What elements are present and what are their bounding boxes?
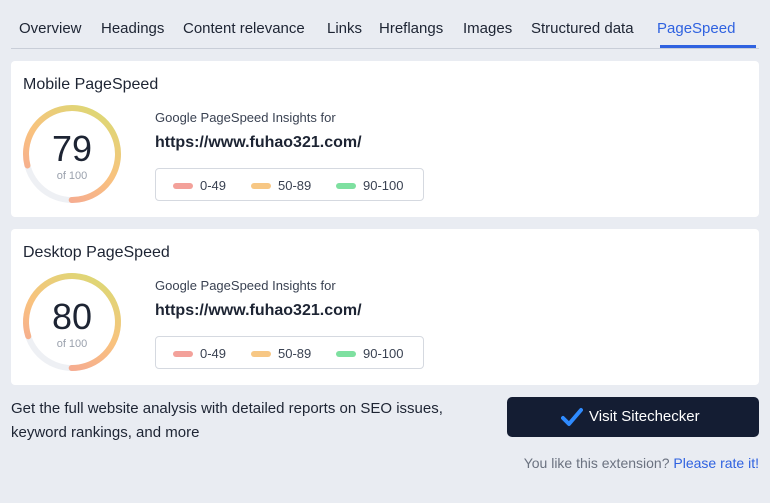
- analyzed-url: https://www.fuhao321.com/: [155, 302, 362, 319]
- legend-label: 90-100: [363, 346, 404, 361]
- score-value: 79: [51, 128, 93, 169]
- legend-swatch: [251, 351, 271, 357]
- score-value: 80: [51, 296, 93, 337]
- legend-label: 50-89: [278, 178, 312, 193]
- legend-swatch: [336, 351, 356, 357]
- score-max-label: of 100: [56, 170, 88, 182]
- insights-label: Google PageSpeed Insights for: [155, 110, 336, 125]
- legend-label: 0-49: [200, 346, 227, 361]
- insights-label: Google PageSpeed Insights for: [155, 278, 336, 293]
- score-legend: 0-49 50-89 90-100: [155, 168, 424, 201]
- tab-headings[interactable]: Headings: [101, 20, 164, 37]
- tab-images[interactable]: Images: [463, 20, 512, 37]
- score-gauge: 80 of 100: [21, 271, 123, 373]
- rate-prompt: You like this extension?: [523, 455, 670, 471]
- legend-swatch: [336, 183, 356, 189]
- tab-hreflangs[interactable]: Hreflangs: [379, 20, 443, 37]
- card-title: Mobile PageSpeed: [23, 76, 159, 93]
- legend-swatch: [251, 183, 271, 189]
- analyzed-url: https://www.fuhao321.com/: [155, 134, 362, 151]
- tab-content-relevance[interactable]: Content relevance: [183, 20, 305, 37]
- card-title: Desktop PageSpeed: [23, 244, 170, 261]
- legend-swatch: [173, 183, 193, 189]
- tab-bar: Overview Headings Content relevance Link…: [11, 0, 759, 49]
- rate-link[interactable]: Please rate it!: [673, 455, 759, 471]
- tab-pagespeed[interactable]: PageSpeed: [657, 20, 735, 37]
- promo-text: Get the full website analysis with detai…: [11, 400, 443, 441]
- tab-structured-data[interactable]: Structured data: [531, 20, 634, 37]
- check-icon: [561, 407, 583, 432]
- active-tab-indicator: [660, 45, 756, 48]
- rate-prompt-line: You like this extension? Please rate it!: [524, 455, 759, 471]
- mobile-pagespeed-card: Mobile PageSpeed 79 of 100 Google PageSp…: [11, 61, 759, 217]
- legend-label: 90-100: [363, 178, 404, 193]
- desktop-pagespeed-card: Desktop PageSpeed 80 of 100 Google PageS…: [11, 229, 759, 385]
- score-gauge: 79 of 100: [21, 103, 123, 205]
- button-label: Visit Sitechecker: [589, 408, 700, 425]
- legend-label: 50-89: [278, 346, 312, 361]
- legend-swatch: [173, 351, 193, 357]
- tab-overview[interactable]: Overview: [19, 20, 82, 37]
- legend-label: 0-49: [200, 178, 227, 193]
- tab-links[interactable]: Links: [327, 20, 362, 37]
- score-legend: 0-49 50-89 90-100: [155, 336, 424, 369]
- visit-sitechecker-button[interactable]: Visit Sitechecker: [507, 397, 759, 437]
- score-max-label: of 100: [56, 338, 88, 350]
